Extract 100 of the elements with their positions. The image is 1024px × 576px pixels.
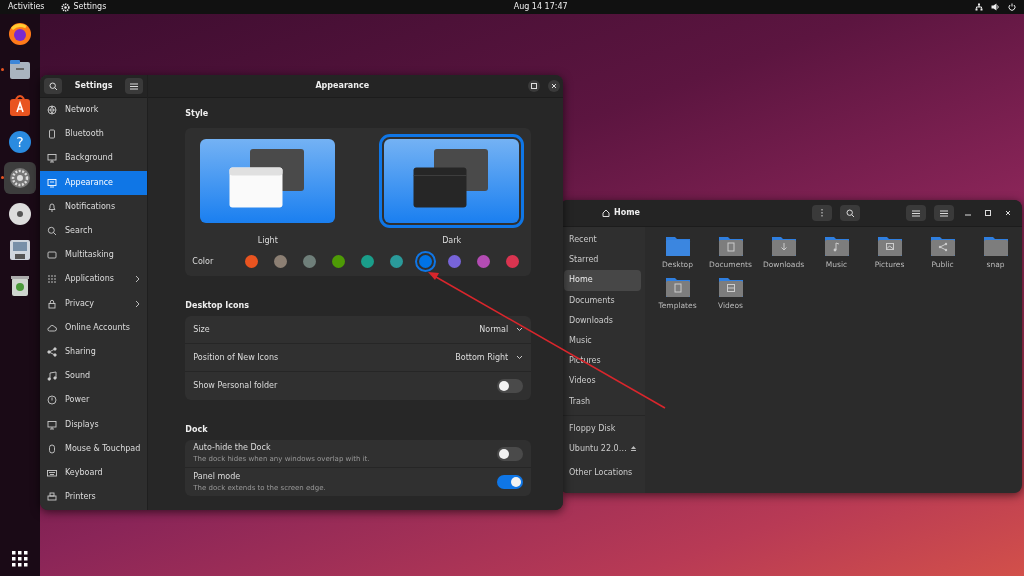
browser-icon[interactable] — [7, 21, 33, 47]
toggle-switch[interactable] — [497, 446, 524, 461]
color-swatch[interactable] — [448, 255, 462, 268]
sidebar-item[interactable]: Background — [40, 146, 148, 171]
theme-option[interactable] — [200, 139, 336, 223]
color-swatch[interactable] — [361, 255, 375, 268]
folder-icon[interactable] — [929, 235, 956, 257]
color-label: Color — [192, 255, 215, 268]
phone-icon — [47, 129, 57, 140]
theme-label: Light — [257, 235, 278, 247]
menu-button[interactable] — [125, 78, 144, 94]
menu-icon — [130, 82, 139, 90]
list-view-button[interactable] — [906, 205, 926, 221]
sidebar-item[interactable]: Downloads — [564, 310, 641, 331]
window-title: Appearance — [315, 80, 370, 92]
setting-label: Panel mode — [193, 470, 242, 483]
color-swatch[interactable] — [390, 255, 404, 268]
section-heading: Style — [185, 108, 210, 120]
setting-label: Position of New Icons — [193, 351, 279, 364]
app-grid-icon[interactable] — [11, 550, 29, 568]
close-button[interactable] — [548, 80, 561, 92]
color-swatch[interactable] — [419, 255, 433, 268]
disc-icon[interactable] — [7, 201, 33, 227]
power-icon — [47, 395, 57, 406]
sidebar-item[interactable]: Trash — [564, 391, 641, 412]
toggle-switch[interactable] — [497, 475, 524, 489]
sidebar-item[interactable]: Sharing — [40, 339, 148, 365]
search-icon — [845, 208, 855, 218]
path-label[interactable]: Home — [614, 207, 640, 219]
folder-icon[interactable] — [823, 235, 850, 257]
sidebar-item[interactable]: Starred — [564, 250, 641, 271]
eject-icon[interactable] — [631, 446, 636, 452]
section-heading: Desktop Icons — [185, 300, 250, 312]
sidebar-item[interactable]: Sound — [40, 364, 148, 389]
sidebar-item[interactable]: Printers — [40, 485, 148, 510]
cloud-icon — [47, 322, 57, 333]
close-icon — [551, 83, 558, 89]
menu-button[interactable] — [934, 205, 954, 221]
music-note-icon — [47, 371, 57, 382]
maximize-button[interactable] — [982, 207, 994, 219]
sidebar-item[interactable]: Mouse & Touchpad — [40, 436, 148, 461]
setting-label: Size — [193, 323, 210, 336]
folder-icon[interactable] — [664, 276, 691, 299]
sidebar-item[interactable]: Videos — [564, 371, 641, 392]
color-swatch[interactable] — [274, 255, 288, 268]
window-title: Settings — [74, 80, 113, 92]
shopping-bag-icon[interactable] — [7, 93, 33, 119]
app-menu-label[interactable]: Settings — [73, 1, 107, 13]
clock[interactable]: Aug 14 17:47 — [513, 1, 568, 13]
menu-icon — [940, 209, 948, 217]
search-button[interactable] — [44, 78, 62, 94]
home-icon — [602, 209, 610, 217]
search-icon — [47, 226, 57, 237]
monitor-icon — [47, 177, 57, 188]
sidebar-item[interactable]: Displays — [40, 412, 148, 437]
color-swatch[interactable] — [506, 255, 520, 268]
more-options-button[interactable] — [812, 205, 832, 221]
sidebar-item[interactable]: Power — [40, 388, 148, 413]
sidebar-item[interactable]: Floppy Disk — [564, 418, 641, 439]
sidebar-item[interactable]: Privacy — [40, 291, 148, 316]
section-heading: Dock — [185, 424, 209, 436]
toggle-switch[interactable] — [497, 379, 524, 393]
color-swatch[interactable] — [303, 255, 317, 268]
chevron-right-icon — [135, 275, 141, 284]
folder-icon[interactable] — [876, 235, 903, 257]
sidebar-item[interactable]: Applications — [40, 267, 148, 292]
folder-icon[interactable] — [664, 235, 691, 257]
sidebar-item[interactable]: Multitasking — [40, 243, 148, 268]
sidebar-item[interactable]: Ubuntu 22.0… — [564, 438, 641, 460]
sidebar-item[interactable]: Bluetooth — [40, 122, 148, 147]
folder-icon[interactable] — [717, 276, 744, 299]
sidebar-item[interactable]: Keyboard — [40, 460, 148, 485]
search-button[interactable] — [840, 205, 860, 221]
color-swatch[interactable] — [245, 255, 259, 268]
sidebar-item[interactable]: Network — [40, 98, 148, 123]
sidebar-item[interactable]: Online Accounts — [40, 315, 148, 340]
maximize-button[interactable] — [528, 80, 541, 92]
globe-icon — [47, 105, 57, 116]
sidebar-item[interactable]: Search — [40, 218, 148, 244]
sidebar-item[interactable]: Recent — [564, 230, 641, 251]
sidebar-item[interactable]: Music — [564, 330, 641, 352]
dropdown[interactable]: Normal — [479, 323, 524, 336]
dropdown[interactable]: Bottom Right — [455, 351, 524, 364]
window-icon — [47, 250, 57, 261]
sidebar-item[interactable]: Notifications — [40, 194, 148, 219]
color-swatch[interactable] — [477, 255, 491, 268]
sidebar-item[interactable]: Documents — [564, 290, 641, 311]
help-icon[interactable]: ? — [7, 129, 33, 155]
list-icon — [912, 209, 920, 217]
activities-button[interactable]: Activities — [8, 1, 45, 13]
folder-icon[interactable] — [717, 235, 744, 257]
color-swatch[interactable] — [332, 255, 346, 268]
sidebar-item[interactable]: Appearance — [40, 170, 148, 195]
search-icon — [48, 81, 58, 91]
power-icon — [1008, 3, 1016, 11]
sidebar-item[interactable]: Home — [564, 270, 641, 291]
sidebar-item[interactable]: Other Locations — [564, 463, 641, 484]
chevron-down-icon — [516, 327, 524, 332]
settings-icon[interactable] — [7, 165, 33, 191]
folder-icon[interactable] — [770, 235, 797, 257]
